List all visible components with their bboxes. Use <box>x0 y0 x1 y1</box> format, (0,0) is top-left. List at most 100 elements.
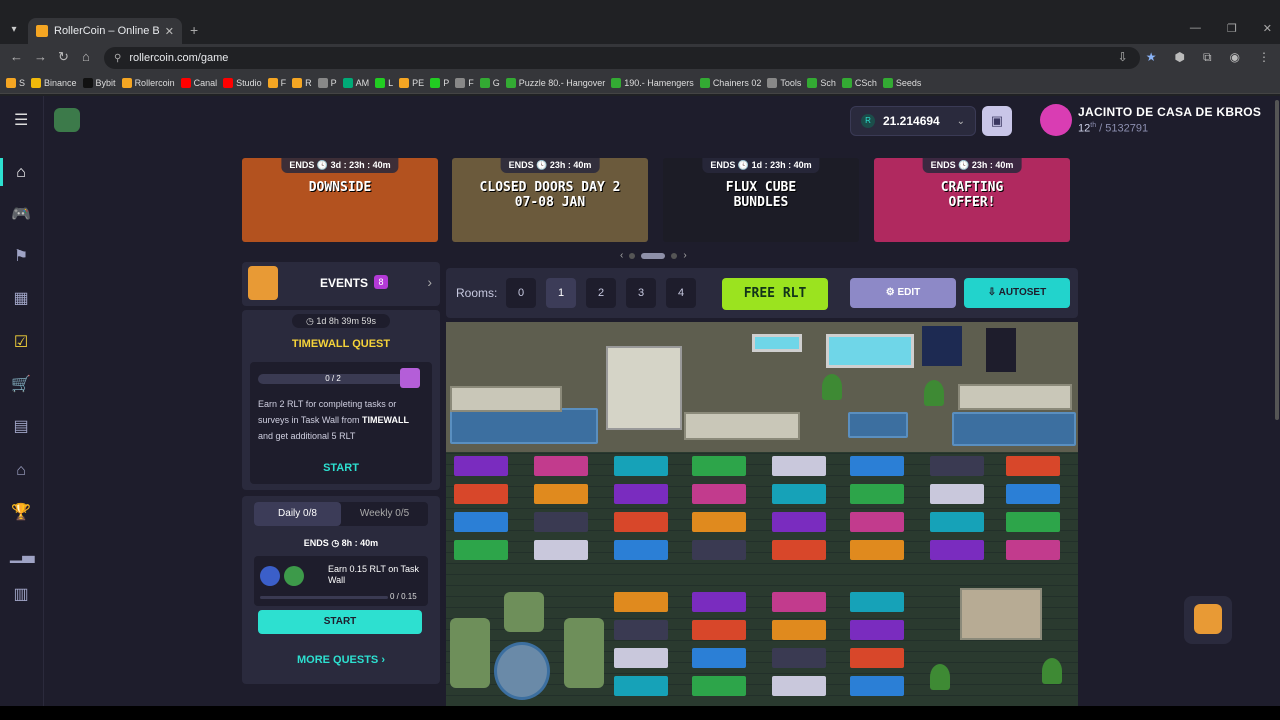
rollercoin-logo[interactable] <box>54 108 80 132</box>
miner[interactable] <box>850 540 904 560</box>
bookmark-item[interactable]: Canal <box>180 77 217 88</box>
miner[interactable] <box>692 676 746 696</box>
promo-banner[interactable]: ENDS 🕓 1d : 23h : 40m FLUX CUBE BUNDLES <box>663 158 859 242</box>
miner[interactable] <box>692 484 746 504</box>
site-info-icon[interactable]: ⚲ <box>114 53 121 64</box>
bookmark-star-icon[interactable]: ★ <box>1146 50 1157 65</box>
sidebar-marketplace-icon[interactable]: 🛒 <box>10 374 32 396</box>
fox-helper-button[interactable] <box>1184 596 1232 644</box>
new-tab-icon[interactable]: + <box>190 22 198 38</box>
free-rlt-button[interactable]: FREE RLT <box>722 278 828 310</box>
miner[interactable] <box>614 676 668 696</box>
miner[interactable] <box>692 620 746 640</box>
browser-tab[interactable]: RollerCoin – Online Bitcoin Mi ✕ <box>28 18 182 44</box>
miner[interactable] <box>614 484 668 504</box>
install-icon[interactable]: ⇩ <box>1118 50 1128 65</box>
miner[interactable] <box>772 676 826 696</box>
carousel-prev-icon[interactable]: ‹ <box>620 250 623 261</box>
bookmark-item[interactable]: Binance <box>31 77 77 88</box>
miner[interactable] <box>850 648 904 668</box>
browser-menu-icon[interactable]: ⋮ <box>1258 50 1270 65</box>
bookmark-item[interactable]: Rollercoin <box>121 77 175 88</box>
miner[interactable] <box>614 592 668 612</box>
miner[interactable] <box>614 512 668 532</box>
tab-daily[interactable]: Daily 0/8 <box>254 502 341 526</box>
miner[interactable] <box>930 484 984 504</box>
daily-start-button[interactable]: START <box>258 610 422 634</box>
bookmark-item[interactable]: P <box>317 77 337 88</box>
carousel-next-icon[interactable]: › <box>683 250 686 261</box>
maximize-icon[interactable]: ❐ <box>1227 22 1237 35</box>
miner[interactable] <box>850 484 904 504</box>
bookmark-item[interactable]: Puzzle 80.- Hangover <box>505 77 605 88</box>
miner[interactable] <box>534 484 588 504</box>
miner[interactable] <box>454 540 508 560</box>
room-button-0[interactable]: 0 <box>506 278 536 308</box>
promo-banner[interactable]: ENDS 🕓 23h : 40m CLOSED DOORS DAY 2 07-08… <box>452 158 648 242</box>
chevron-right-icon[interactable]: › <box>427 274 432 290</box>
sidebar-rewards-icon[interactable]: ⚑ <box>10 246 32 268</box>
reload-icon[interactable]: ↻ <box>58 49 69 65</box>
miner[interactable] <box>850 592 904 612</box>
miner[interactable] <box>534 456 588 476</box>
miner[interactable] <box>614 540 668 560</box>
sidebar-calendar-icon[interactable]: ▦ <box>10 288 32 310</box>
miner[interactable] <box>850 456 904 476</box>
miner[interactable] <box>772 512 826 532</box>
autoset-button[interactable]: ⇩ AUTOSET <box>964 278 1070 308</box>
edit-button[interactable]: ⚙ EDIT <box>850 278 956 308</box>
miner[interactable] <box>772 456 826 476</box>
quest-start-button[interactable]: START <box>250 462 432 474</box>
miner[interactable] <box>692 540 746 560</box>
bookmark-item[interactable]: F <box>267 77 286 88</box>
sidebar-trophy-icon[interactable]: 🏆 <box>10 502 32 524</box>
extensions-puzzle-icon[interactable]: ⧉ <box>1203 50 1212 65</box>
miner[interactable] <box>454 456 508 476</box>
close-tab-icon[interactable]: ✕ <box>165 25 174 38</box>
miner[interactable] <box>930 512 984 532</box>
room-button-1[interactable]: 1 <box>546 278 576 308</box>
sidebar-game-icon[interactable]: 🎮 <box>10 204 32 226</box>
extension-icon[interactable]: ⬢ <box>1174 50 1184 65</box>
miner[interactable] <box>850 512 904 532</box>
room-button-2[interactable]: 2 <box>586 278 616 308</box>
desk-left[interactable] <box>450 386 562 412</box>
coffee-table[interactable] <box>960 588 1042 640</box>
miner[interactable] <box>930 540 984 560</box>
sidebar-storage-icon[interactable]: ▤ <box>10 416 32 438</box>
bookmark-item[interactable]: F <box>455 77 474 88</box>
bookmark-item[interactable]: PE <box>399 77 424 88</box>
wallet-button[interactable]: ▣ <box>982 106 1012 136</box>
miner[interactable] <box>454 484 508 504</box>
address-bar[interactable]: ⚲ rollercoin.com/game <box>104 47 1140 69</box>
forward-icon[interactable]: → <box>34 49 47 64</box>
miner[interactable] <box>772 648 826 668</box>
page-scrollbar[interactable] <box>1274 96 1280 706</box>
bookmark-item[interactable]: CSch <box>841 77 877 88</box>
minimize-icon[interactable]: — <box>1190 22 1201 35</box>
miner[interactable] <box>534 540 588 560</box>
tab-weekly[interactable]: Weekly 0/5 <box>341 502 428 526</box>
hamburger-menu-icon[interactable]: ☰ <box>14 110 28 130</box>
miner[interactable] <box>930 456 984 476</box>
sidebar-stats-icon[interactable]: ▁▃ <box>10 544 35 566</box>
miner[interactable] <box>850 620 904 640</box>
miner[interactable] <box>1006 540 1060 560</box>
carousel-dot[interactable] <box>629 252 636 259</box>
promo-banner[interactable]: ENDS 🕓 23h : 40m CRAFTING OFFER! <box>874 158 1070 242</box>
balance-selector[interactable]: R 21.214694 ⌄ <box>850 106 976 136</box>
more-quests-link[interactable]: MORE QUESTS › <box>242 654 440 666</box>
miner[interactable] <box>772 484 826 504</box>
bookmark-item[interactable]: P <box>430 77 449 88</box>
bookmark-item[interactable]: Studio <box>223 77 262 88</box>
miner[interactable] <box>772 592 826 612</box>
bookmark-item[interactable]: G <box>479 77 500 88</box>
miner[interactable] <box>692 512 746 532</box>
carousel-dot-active[interactable] <box>641 252 666 259</box>
bookmark-item[interactable]: R <box>292 77 312 88</box>
bookmark-item[interactable]: Bybit <box>82 77 116 88</box>
scrollbar-thumb[interactable] <box>1275 100 1279 420</box>
home-icon[interactable]: ⌂ <box>82 49 90 64</box>
miner[interactable] <box>692 456 746 476</box>
miner[interactable] <box>1006 456 1060 476</box>
